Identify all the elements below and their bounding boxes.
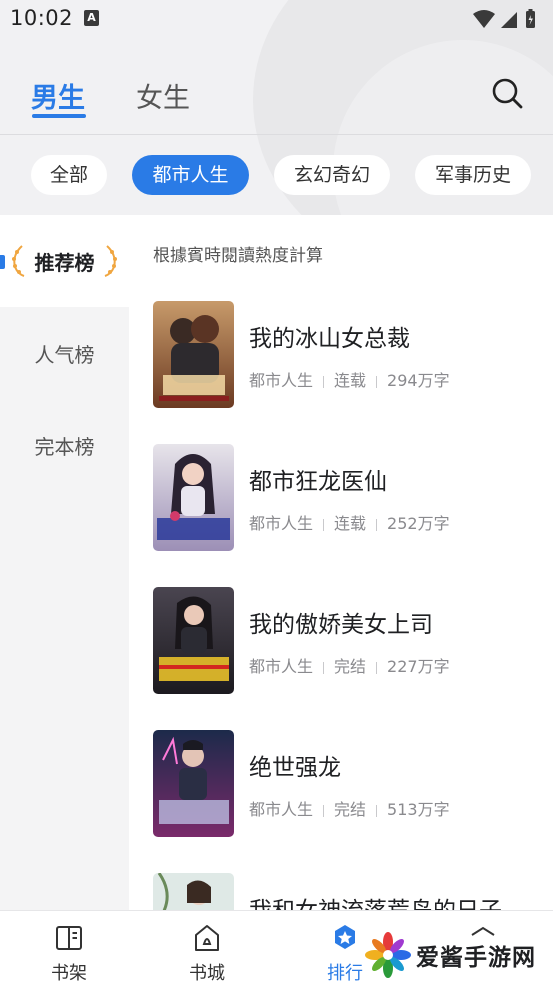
book-meta: 都市人生 连载 294万字 bbox=[249, 367, 450, 391]
ranking-sidebar: 推荐榜 人气榜 完本榜 bbox=[0, 215, 129, 910]
book-word-count: 513万字 bbox=[387, 800, 450, 819]
watermark: 爱酱手游网 bbox=[362, 930, 552, 980]
gender-tabs: 男生 女生 bbox=[0, 70, 553, 130]
meta-separator bbox=[323, 375, 325, 388]
book-meta: 都市人生 完结 513万字 bbox=[249, 796, 450, 820]
book-meta: 都市人生 连载 252万字 bbox=[249, 510, 450, 534]
meta-separator bbox=[376, 661, 378, 674]
ranking-note: 根據賓時閱讀熱度計算 bbox=[153, 246, 323, 266]
nav-bookstore[interactable]: 书城 bbox=[152, 911, 262, 984]
meta-separator bbox=[376, 518, 378, 531]
notification-icon: A bbox=[84, 10, 99, 26]
wifi-icon bbox=[473, 10, 495, 28]
chip-military-history[interactable]: 军事历史 bbox=[415, 155, 531, 195]
book-category: 都市人生 bbox=[249, 371, 314, 390]
book-title: 绝世强龙 bbox=[249, 755, 341, 781]
book-meta: 都市人生 完结 227万字 bbox=[249, 653, 450, 677]
book-category: 都市人生 bbox=[249, 657, 314, 676]
book-status: 连载 bbox=[334, 514, 367, 533]
signal-icon bbox=[501, 12, 517, 28]
ranking-icon bbox=[335, 925, 355, 949]
meta-separator bbox=[376, 804, 378, 817]
book-status: 连载 bbox=[334, 371, 367, 390]
book-item[interactable]: 我的冰山女总裁 都市人生 连载 294万字 bbox=[129, 301, 553, 431]
nav-label: 书架 bbox=[51, 963, 87, 984]
book-word-count: 252万字 bbox=[387, 514, 450, 533]
header-divider bbox=[0, 134, 553, 135]
system-status-icons bbox=[473, 9, 535, 28]
active-tab-indicator bbox=[32, 114, 86, 118]
ranking-list: 根據賓時閱讀熱度計算 我的冰山女总裁 都市人生 连载 294万字 都市狂龙医仙 … bbox=[129, 215, 553, 910]
sidebar-item-recommended[interactable]: 推荐榜 bbox=[0, 215, 129, 307]
sidebar-item-completed[interactable]: 完本榜 bbox=[0, 399, 129, 491]
top-area: 10:02 A 男生 女生 全部 都市人生 玄幻奇幻 军事历史 bbox=[0, 0, 553, 215]
book-category: 都市人生 bbox=[249, 514, 314, 533]
book-item[interactable]: 都市狂龙医仙 都市人生 连载 252万字 bbox=[129, 444, 553, 574]
book-open-icon bbox=[56, 926, 82, 950]
book-item[interactable]: 我的傲娇美女上司 都市人生 完结 227万字 bbox=[129, 587, 553, 717]
status-time: 10:02 bbox=[10, 6, 74, 30]
book-cover bbox=[153, 730, 234, 837]
book-title: 我的傲娇美女上司 bbox=[249, 612, 433, 638]
book-word-count: 294万字 bbox=[387, 371, 450, 390]
status-bar: 10:02 A bbox=[0, 0, 553, 40]
book-cover bbox=[153, 873, 234, 910]
chip-urban-life[interactable]: 都市人生 bbox=[132, 155, 249, 195]
sidebar-item-popular[interactable]: 人气榜 bbox=[0, 307, 129, 399]
laurel-right-icon bbox=[104, 245, 117, 277]
meta-separator bbox=[323, 804, 325, 817]
watermark-text: 爱酱手游网 bbox=[416, 945, 536, 971]
search-icon[interactable] bbox=[490, 76, 524, 110]
watermark-logo-icon bbox=[365, 932, 411, 978]
tab-female[interactable]: 女生 bbox=[136, 76, 190, 115]
book-status: 完结 bbox=[334, 657, 367, 676]
book-title: 我和女神流落荒岛的日子 bbox=[249, 891, 502, 910]
home-icon bbox=[195, 925, 219, 951]
book-title: 我的冰山女总裁 bbox=[249, 326, 410, 352]
book-item[interactable]: 绝世强龙 都市人生 完结 513万字 bbox=[129, 730, 553, 860]
book-cover bbox=[153, 587, 234, 694]
book-category: 都市人生 bbox=[249, 800, 314, 819]
book-cover bbox=[153, 444, 234, 551]
chip-all[interactable]: 全部 bbox=[31, 155, 107, 195]
book-title: 都市狂龙医仙 bbox=[249, 469, 387, 495]
sidebar-item-label: 人气榜 bbox=[34, 343, 95, 367]
category-chips: 全部 都市人生 玄幻奇幻 军事历史 bbox=[0, 155, 553, 197]
sidebar-item-label: 完本榜 bbox=[34, 435, 95, 459]
book-item[interactable]: 我和女神流落荒岛的日子 bbox=[129, 873, 553, 910]
meta-separator bbox=[323, 518, 325, 531]
meta-separator bbox=[376, 375, 378, 388]
meta-separator bbox=[323, 661, 325, 674]
book-status: 完结 bbox=[334, 800, 367, 819]
book-cover bbox=[153, 301, 234, 408]
nav-label: 书城 bbox=[189, 963, 225, 984]
chip-fantasy[interactable]: 玄幻奇幻 bbox=[274, 155, 390, 195]
book-word-count: 227万字 bbox=[387, 657, 450, 676]
nav-bookshelf[interactable]: 书架 bbox=[14, 911, 124, 984]
tab-male[interactable]: 男生 bbox=[31, 76, 85, 115]
